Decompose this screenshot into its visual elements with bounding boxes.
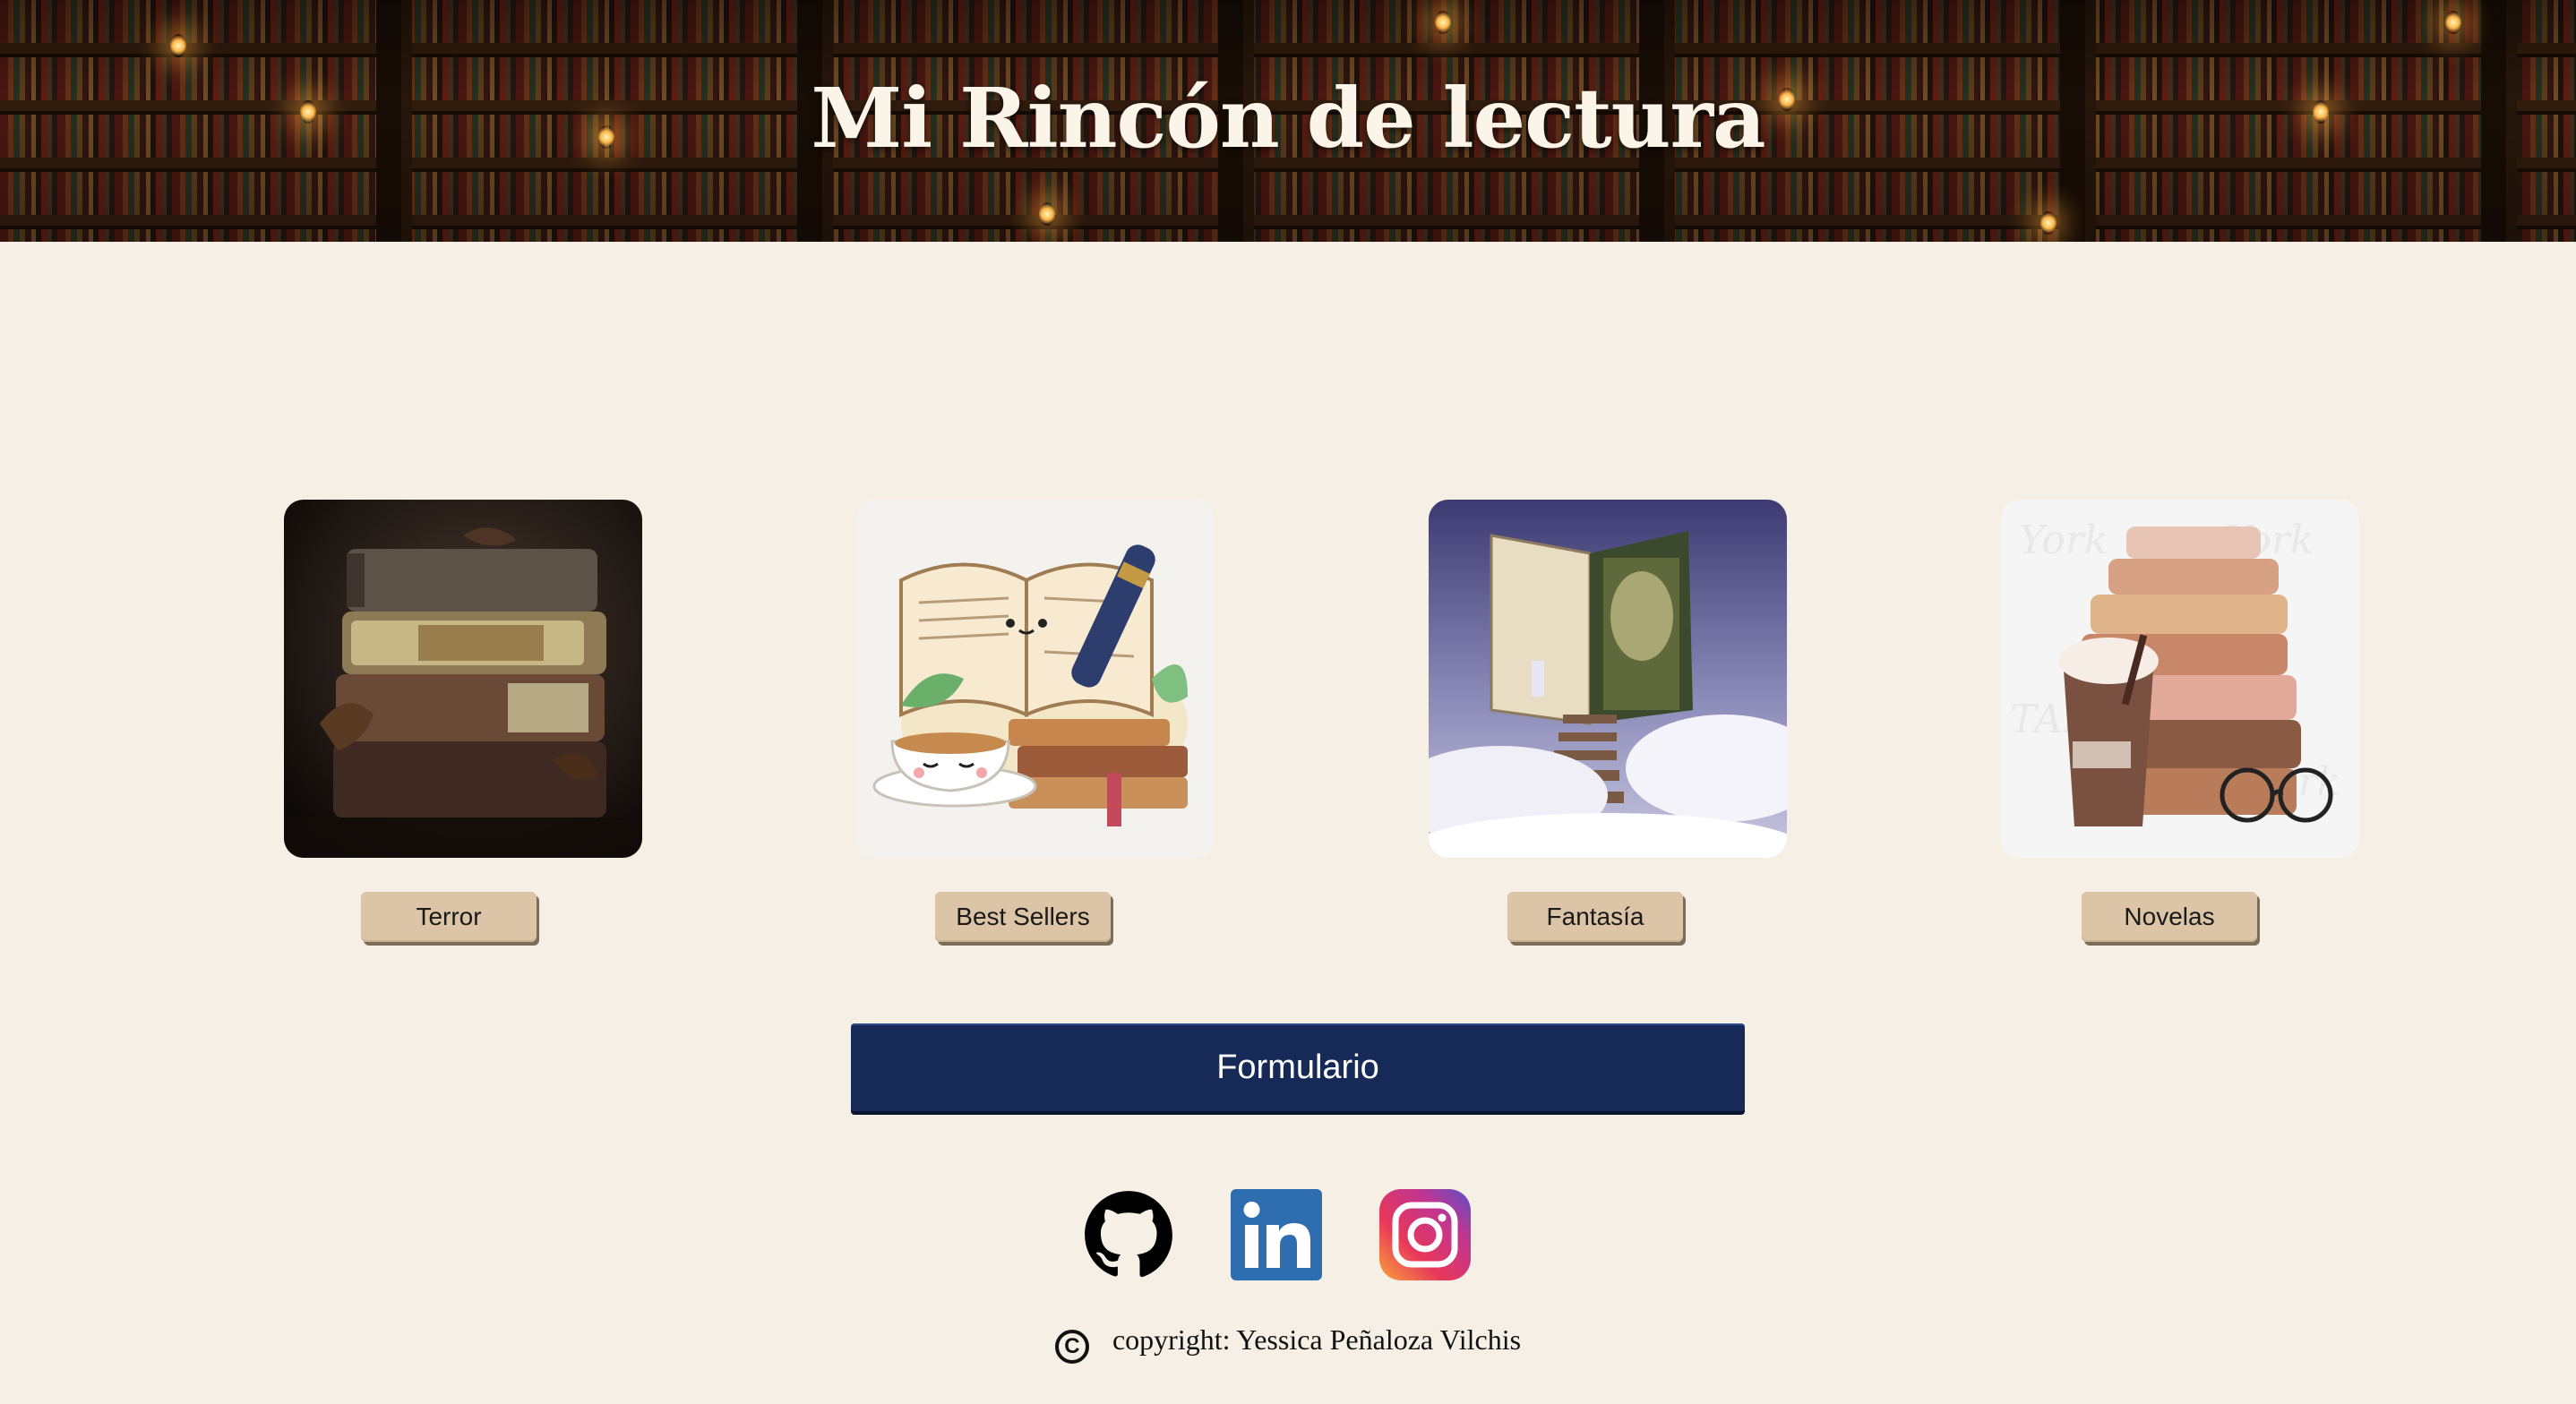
copyright-text: copyright: Yessica Peñaloza Vilchis: [1112, 1323, 1522, 1356]
category-button-novelas[interactable]: Novelas: [2082, 892, 2257, 942]
github-link[interactable]: [1083, 1189, 1174, 1280]
instagram-link[interactable]: [1379, 1189, 1471, 1280]
category-button-best-sellers[interactable]: Best Sellers: [935, 892, 1111, 942]
formulario-button[interactable]: Formulario: [851, 1023, 1745, 1111]
novelas-image[interactable]: YorkYork TANYAYork: [2001, 500, 2359, 858]
candle-light: [1435, 11, 1451, 34]
fantasia-image[interactable]: [1429, 500, 1787, 858]
header-banner: Mi Rincón de lectura: [0, 0, 2576, 242]
github-icon: [1085, 1191, 1172, 1278]
footer-copyright: Ccopyright: Yessica Peñaloza Vilchis: [0, 1323, 2576, 1364]
candle-light: [170, 34, 186, 57]
category-button-fantasia[interactable]: Fantasía: [1507, 892, 1683, 942]
copyright-icon: C: [1054, 1330, 1089, 1364]
candle-light: [2445, 11, 2461, 34]
candle-light: [1039, 202, 1055, 226]
svg-text:York: York: [2019, 518, 2108, 563]
instagram-icon: [1379, 1189, 1471, 1280]
site-title: Mi Rincón de lectura: [811, 70, 1765, 167]
best-sellers-image[interactable]: [856, 500, 1215, 858]
candle-light: [2040, 211, 2057, 235]
linkedin-link[interactable]: [1231, 1189, 1322, 1280]
terror-image[interactable]: [284, 500, 642, 858]
linkedin-icon: [1231, 1189, 1322, 1280]
category-button-terror[interactable]: Terror: [361, 892, 537, 942]
